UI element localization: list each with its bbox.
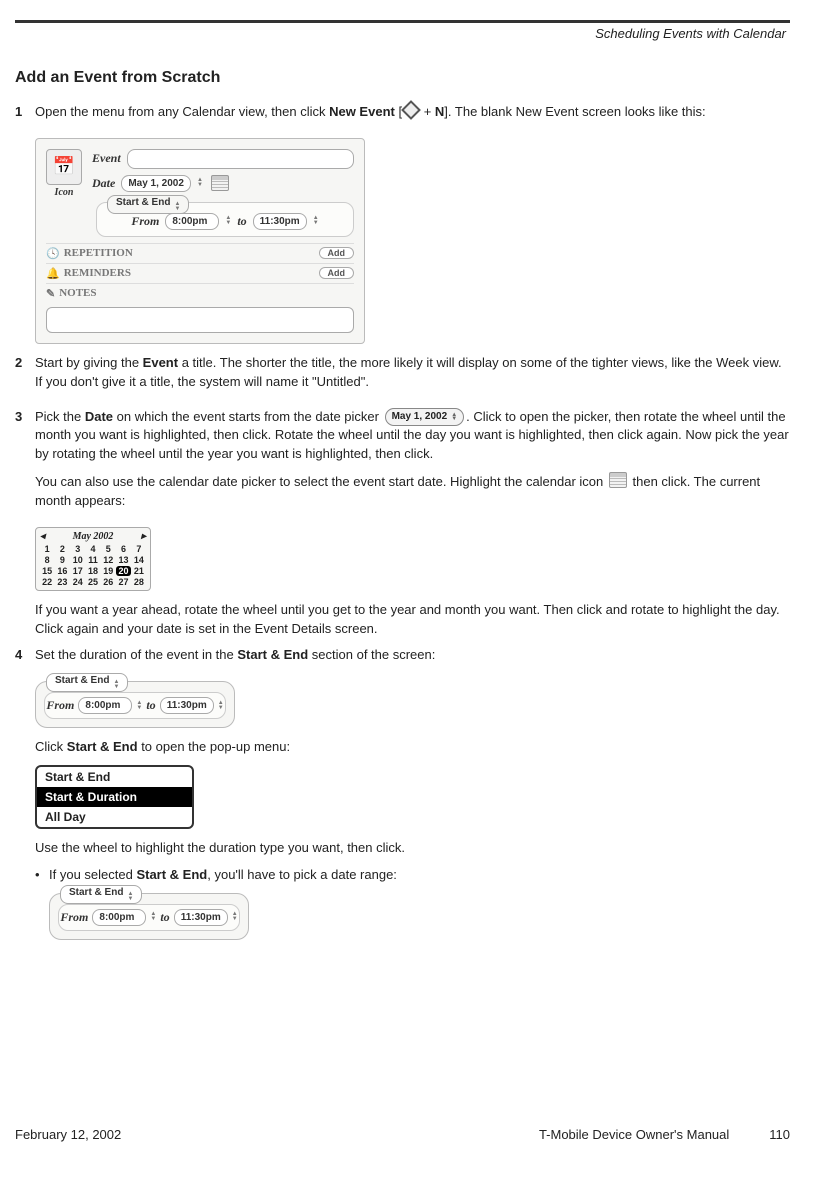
mini-cal-month: May 2002	[73, 531, 114, 542]
date-spinner-icon[interactable]: ▲▼	[197, 178, 203, 188]
bell-icon: 🔔	[46, 267, 60, 280]
event-label: Event	[92, 151, 121, 166]
section-heading: Add an Event from Scratch	[15, 69, 790, 87]
repetition-row: 🕓REPETITION Add	[46, 243, 354, 263]
bullet-dot-icon: •	[35, 866, 49, 885]
step-4-text: Set the duration of the event in the Sta…	[35, 646, 790, 665]
to-spinner-icon[interactable]: ▲▼	[313, 216, 319, 226]
to-time-field[interactable]: 11:30pm	[253, 213, 307, 230]
event-type-icon[interactable]: 📅	[46, 149, 82, 185]
to-label: to	[160, 910, 169, 925]
menu-item-start-duration[interactable]: Start & Duration	[37, 787, 192, 807]
step-number: 4	[15, 646, 35, 673]
step-3-text-1: Pick the Date on which the event starts …	[35, 408, 790, 465]
date-field[interactable]: May 1, 2002	[121, 175, 191, 192]
add-repetition-button[interactable]: Add	[319, 247, 355, 259]
start-end-panel: Start & End▲▼ From 8:00pm ▲▼ to 11:30pm …	[35, 681, 235, 728]
spinner-icon[interactable]: ▲▼	[218, 701, 224, 711]
bullet-item: • If you selected Start & End, you'll ha…	[35, 866, 790, 885]
to-time-field[interactable]: 11:30pm	[160, 697, 214, 714]
step-number: 3	[15, 408, 35, 519]
start-end-subpanel: Start & End▲▼ From 8:00pm ▲▼ to 11:30pm …	[96, 202, 354, 237]
to-label: to	[237, 214, 246, 229]
start-end-panel-2: Start & End▲▼ From 8:00pm ▲▼ to 11:30pm …	[49, 893, 249, 940]
step-1: 1 Open the menu from any Calendar view, …	[15, 103, 790, 130]
step-3: 3 Pick the Date on which the event start…	[15, 408, 790, 519]
footer-page: 110	[769, 1127, 790, 1142]
mini-calendar[interactable]: ◂ May 2002 ▸ 1234567 891011121314 151617…	[35, 527, 151, 591]
calendar-icon[interactable]	[609, 472, 627, 488]
reminders-row: 🔔REMINDERS Add	[46, 263, 354, 283]
use-wheel-text: Use the wheel to highlight the duration …	[35, 839, 790, 858]
add-reminder-button[interactable]: Add	[319, 267, 355, 279]
from-time-field[interactable]: 8:00pm	[78, 697, 132, 714]
step-1-text: Open the menu from any Calendar view, th…	[35, 103, 790, 122]
start-end-title[interactable]: Start & End▲▼	[46, 673, 128, 692]
from-time-field[interactable]: 8:00pm	[92, 909, 146, 926]
spinner-icon[interactable]: ▲▼	[150, 912, 156, 922]
clock-icon: 🕓	[46, 247, 60, 260]
menu-item-start-end[interactable]: Start & End	[37, 767, 192, 787]
from-time-field[interactable]: 8:00pm	[165, 213, 219, 230]
step-2: 2 Start by giving the Event a title. The…	[15, 354, 790, 400]
to-time-field[interactable]: 11:30pm	[174, 909, 228, 926]
spinner-icon[interactable]: ▲▼	[136, 701, 142, 711]
step-2-text: Start by giving the Event a title. The s…	[35, 354, 790, 392]
mini-cal-grid: 1234567 891011121314 15161718192021 2223…	[40, 544, 146, 587]
from-spinner-icon[interactable]: ▲▼	[225, 216, 231, 226]
pencil-icon: ✎	[46, 287, 55, 300]
step-3-text-2: You can also use the calendar date picke…	[35, 472, 790, 511]
after-mini-text: If you want a year ahead, rotate the whe…	[35, 601, 790, 639]
page-footer: February 12, 2002 T-Mobile Device Owner'…	[15, 1127, 790, 1142]
spinner-icon[interactable]: ▲▼	[232, 912, 238, 922]
calendar-icon[interactable]	[211, 175, 229, 191]
to-label: to	[146, 698, 155, 713]
date-picker-inline[interactable]: May 1, 2002▲▼	[385, 408, 465, 427]
next-month-icon[interactable]: ▸	[141, 531, 146, 542]
from-label: From	[60, 910, 88, 925]
from-label: From	[46, 698, 74, 713]
notes-field[interactable]	[46, 307, 354, 333]
footer-date: February 12, 2002	[15, 1127, 121, 1142]
from-label: From	[131, 214, 159, 229]
notes-row: ✎NOTES	[46, 283, 354, 303]
menu-item-all-day[interactable]: All Day	[37, 807, 192, 827]
step-number: 2	[15, 354, 35, 400]
date-label: Date	[92, 176, 115, 191]
start-end-title[interactable]: Start & End▲▼	[107, 195, 189, 214]
click-se-text: Click Start & End to open the pop-up men…	[35, 738, 790, 757]
bullet-text: If you selected Start & End, you'll have…	[49, 866, 397, 885]
new-event-panel: 📅 Icon Event Date May 1, 2002 ▲▼ Start &…	[35, 138, 365, 344]
top-rule	[15, 20, 790, 23]
icon-label: Icon	[46, 187, 82, 198]
step-4: 4 Set the duration of the event in the S…	[15, 646, 790, 673]
event-title-field[interactable]	[127, 149, 354, 169]
step-number: 1	[15, 103, 35, 130]
footer-manual: T-Mobile Device Owner's Manual	[539, 1127, 729, 1142]
prev-month-icon[interactable]: ◂	[40, 531, 45, 542]
running-head: Scheduling Events with Calendar	[15, 26, 790, 41]
duration-type-menu[interactable]: Start & End Start & Duration All Day	[35, 765, 194, 829]
diamond-icon	[401, 100, 421, 120]
start-end-title[interactable]: Start & End▲▼	[60, 885, 142, 904]
